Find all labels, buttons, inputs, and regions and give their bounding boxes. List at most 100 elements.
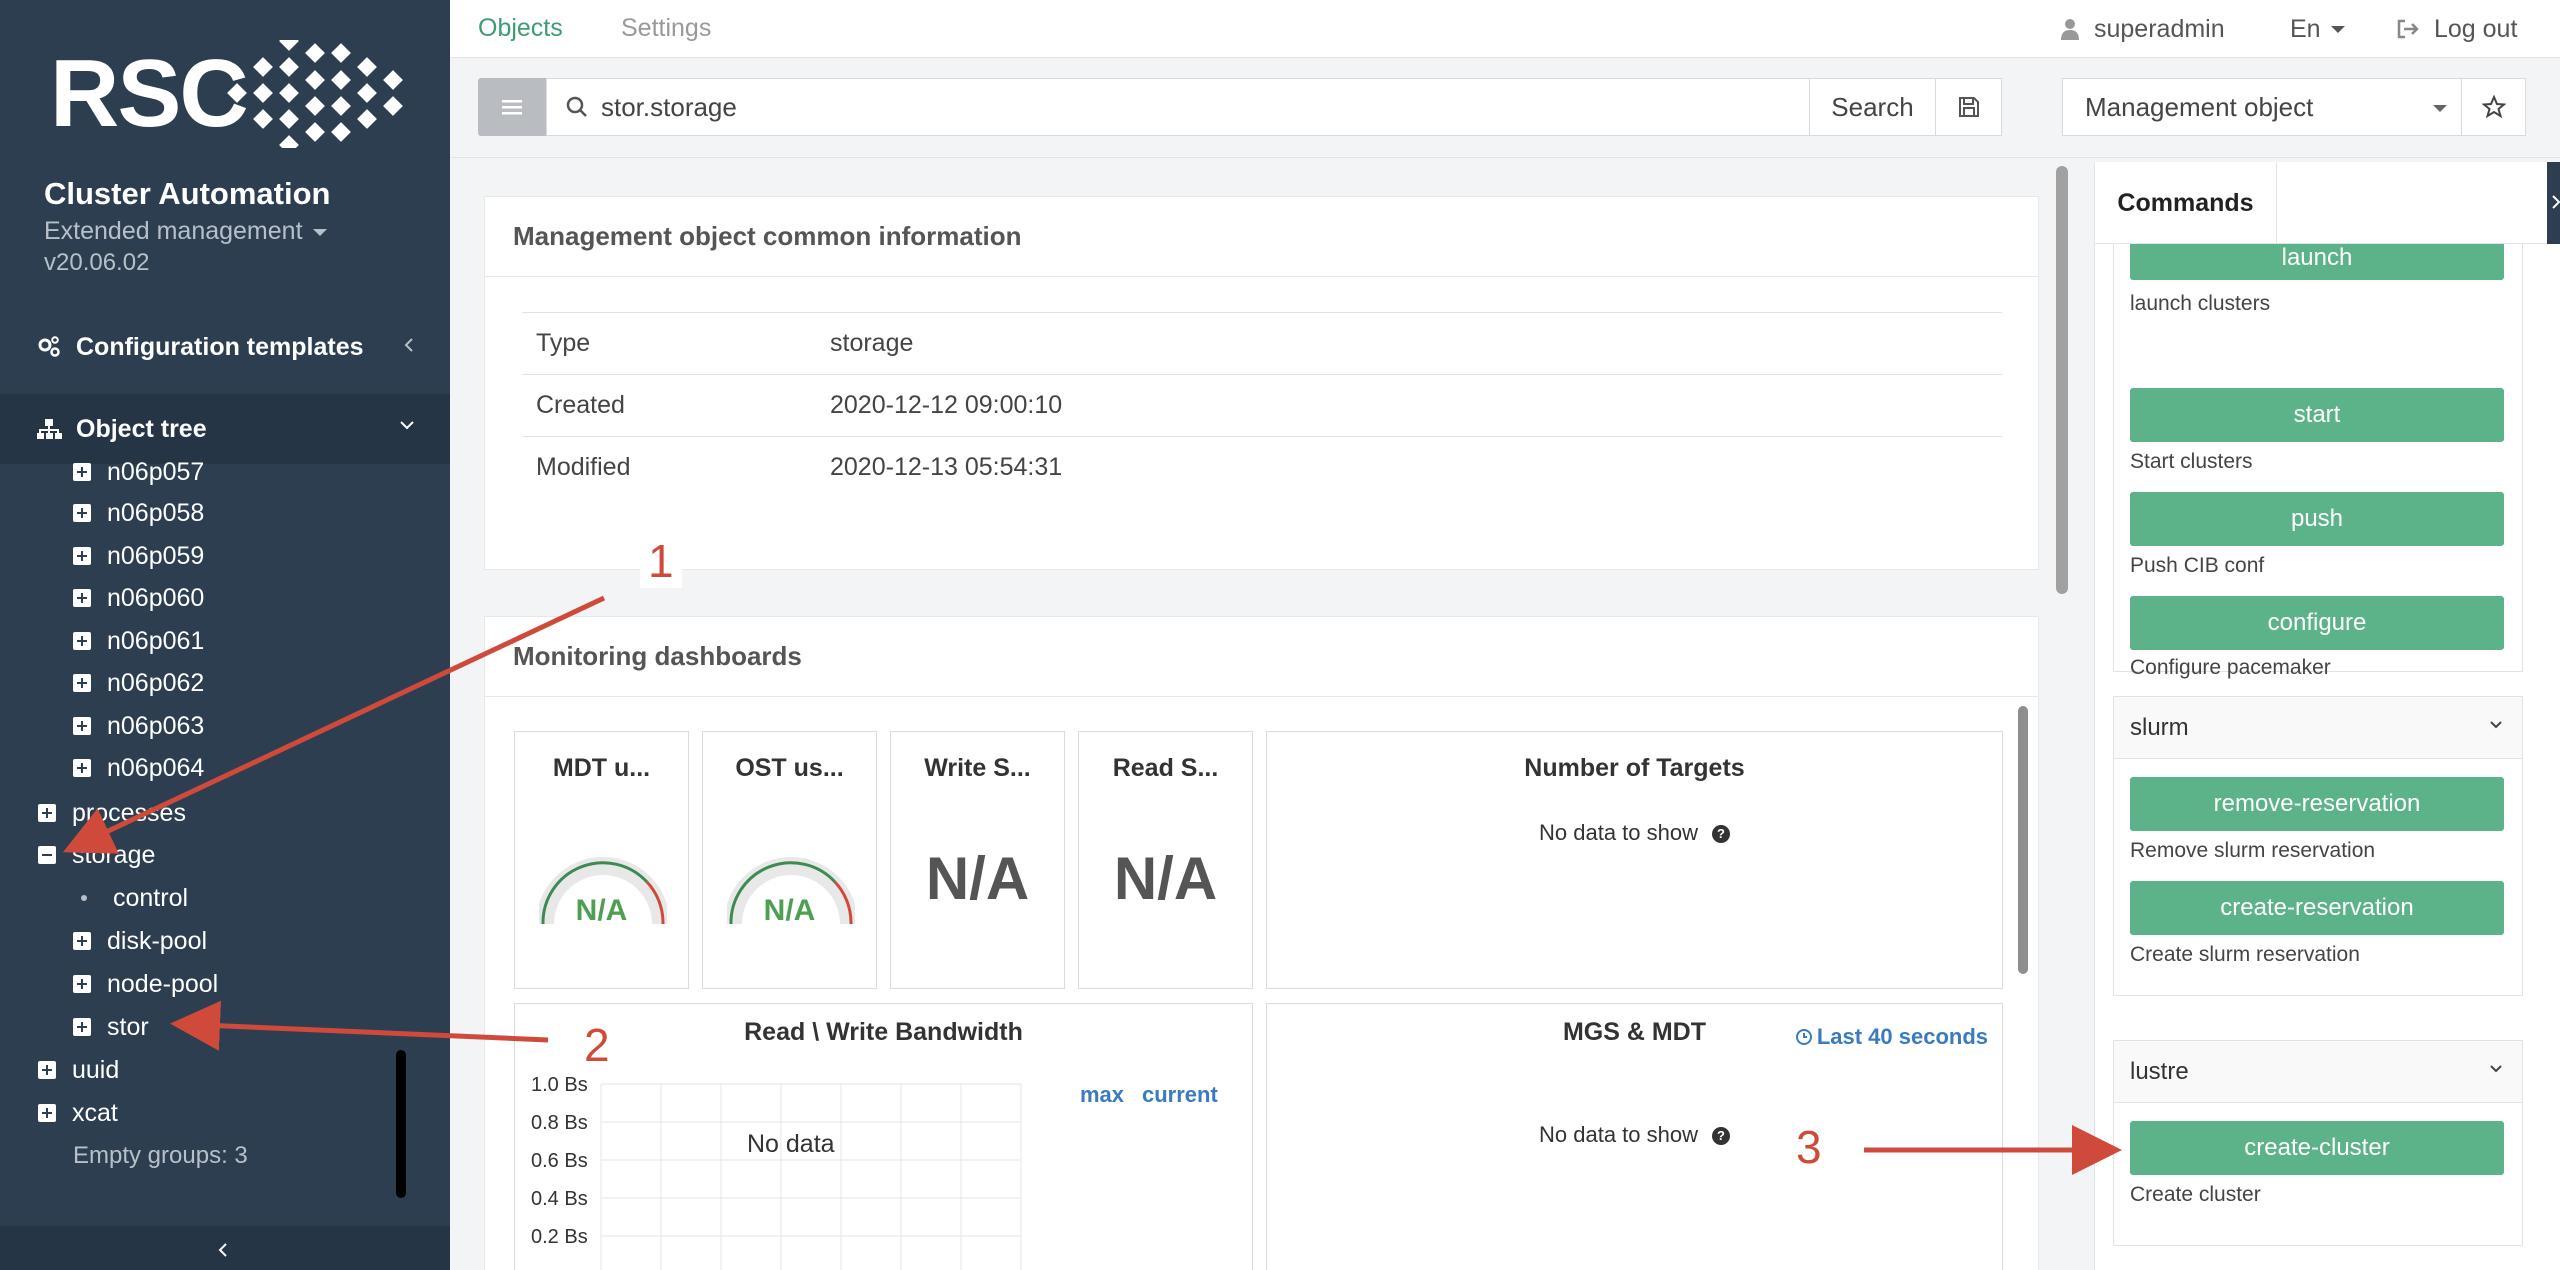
cmd-group-slurm: slurm remove-reservation Remove slurm re… xyxy=(2113,696,2523,996)
common-info-table: Typestorage Created2020-12-12 09:00:10 M… xyxy=(522,312,2002,499)
legend-max[interactable]: max xyxy=(1080,1082,1124,1108)
tree-item-processes[interactable]: processes xyxy=(38,793,186,833)
dash-title: Number of Targets xyxy=(1267,754,2002,783)
number-of-targets-panel[interactable]: Number of Targets No data to show? xyxy=(1266,731,2003,989)
save-search-button[interactable] xyxy=(1936,78,2002,136)
cmd-group-header[interactable]: slurm xyxy=(2114,697,2522,759)
read-speed-stat[interactable]: Read S... N/A xyxy=(1078,731,1253,989)
tab-settings[interactable]: Settings xyxy=(621,0,711,58)
cmd-group-title: lustre xyxy=(2130,1058,2189,1086)
floppy-disk-icon xyxy=(1958,96,1980,118)
tree-item-n06p058[interactable]: n06p058 xyxy=(73,493,204,533)
write-speed-stat[interactable]: Write S... N/A xyxy=(890,731,1065,989)
push-button[interactable]: push xyxy=(2130,492,2504,546)
expand-icon[interactable] xyxy=(73,547,91,565)
tree-item-label: n06p060 xyxy=(107,584,204,613)
app-mode-dropdown[interactable]: Extended management xyxy=(44,217,327,246)
sidebar-object-tree[interactable]: Object tree xyxy=(0,394,450,464)
language-label: En xyxy=(2290,15,2321,44)
create-cluster-button[interactable]: create-cluster xyxy=(2130,1121,2504,1175)
gauge-value: N/A xyxy=(515,894,688,928)
sidebar-collapse-button[interactable] xyxy=(0,1226,450,1270)
common-info-panel: Management object common information Typ… xyxy=(484,196,2039,570)
configure-button[interactable]: configure xyxy=(2130,596,2504,650)
tree-item-n06p057[interactable]: n06p057 xyxy=(73,462,204,492)
tree-item-uuid[interactable]: uuid xyxy=(38,1050,119,1090)
remove-reservation-button[interactable]: remove-reservation xyxy=(2130,777,2504,831)
expand-icon[interactable] xyxy=(73,504,91,522)
tree-item-n06p063[interactable]: n06p063 xyxy=(73,706,204,746)
star-icon xyxy=(2482,95,2506,119)
clock-icon xyxy=(1795,1028,1813,1046)
expand-icon[interactable] xyxy=(73,463,91,481)
sign-out-icon xyxy=(2396,18,2420,40)
expand-icon[interactable] xyxy=(73,932,91,950)
expand-icon[interactable] xyxy=(73,632,91,650)
tree-item-label: n06p064 xyxy=(107,754,204,783)
tree-item-xcat[interactable]: xcat xyxy=(38,1093,118,1133)
tree-item-storage[interactable]: storage xyxy=(38,835,155,875)
tree-item-disk-pool[interactable]: disk-pool xyxy=(73,921,207,961)
stat-value: N/A xyxy=(1079,844,1252,913)
ost-usage-gauge[interactable]: OST us... N/A xyxy=(702,731,877,989)
tree-item-n06p061[interactable]: n06p061 xyxy=(73,621,204,661)
tree-item-n06p060[interactable]: n06p060 xyxy=(73,578,204,618)
tree-item-control[interactable]: control xyxy=(75,878,188,918)
tree-item-n06p062[interactable]: n06p062 xyxy=(73,663,204,703)
object-type-select[interactable]: Management object xyxy=(2062,78,2462,136)
expand-icon[interactable] xyxy=(73,674,91,692)
monitoring-scrollbar[interactable] xyxy=(2018,706,2028,974)
chevron-down-icon xyxy=(2488,1063,2504,1075)
create-reservation-button[interactable]: create-reservation xyxy=(2130,881,2504,935)
sidebar-configuration-templates[interactable]: Configuration templates xyxy=(0,312,450,382)
search-input[interactable] xyxy=(601,92,1751,123)
legend-current[interactable]: current xyxy=(1142,1082,1218,1108)
mdt-usage-gauge[interactable]: MDT u... N/A xyxy=(514,731,689,989)
bandwidth-graph[interactable]: Read \ Write Bandwidth 1.0 Bs 0.8 Bs 0.6… xyxy=(514,1003,1253,1270)
expand-icon[interactable] xyxy=(73,759,91,777)
logout-link[interactable]: Log out xyxy=(2396,0,2517,58)
search-button[interactable]: Search xyxy=(1810,78,1936,136)
expand-icon[interactable] xyxy=(38,804,56,822)
expand-icon[interactable] xyxy=(38,1061,56,1079)
language-dropdown[interactable]: En xyxy=(2290,0,2345,58)
favorite-button[interactable] xyxy=(2462,78,2526,136)
chevron-left-icon[interactable] xyxy=(402,336,416,354)
tree-item-label: n06p061 xyxy=(107,627,204,656)
info-key: Type xyxy=(522,313,816,375)
mgs-mdt-panel[interactable]: MGS & MDT Last 40 seconds No data to sho… xyxy=(1266,1003,2003,1270)
tree-item-n06p064[interactable]: n06p064 xyxy=(73,748,204,788)
tab-commands[interactable]: Commands xyxy=(2095,162,2277,244)
rsc-logo: RSC xyxy=(50,40,420,150)
tab-objects[interactable]: Objects xyxy=(478,0,563,58)
tree-item-n06p059[interactable]: n06p059 xyxy=(73,536,204,576)
user-menu[interactable]: superadmin xyxy=(2060,0,2225,58)
time-range-link[interactable]: Last 40 seconds xyxy=(1795,1024,1988,1050)
expand-icon[interactable] xyxy=(73,589,91,607)
cmd-group-lustre: lustre create-cluster Create cluster xyxy=(2113,1040,2523,1246)
chevron-down-icon[interactable] xyxy=(398,418,416,432)
menu-toggle-button[interactable] xyxy=(478,78,546,136)
expand-icon[interactable] xyxy=(73,975,91,993)
sidebar: RSC xyxy=(0,0,450,1270)
expand-icon[interactable] xyxy=(73,1018,91,1036)
question-circle-icon[interactable]: ? xyxy=(1712,825,1730,843)
question-circle-icon[interactable]: ? xyxy=(1712,1127,1730,1145)
tree-item-label: n06p058 xyxy=(107,499,204,528)
content-scrollbar[interactable] xyxy=(2056,166,2068,594)
expand-icon[interactable] xyxy=(38,1104,56,1122)
cmd-description: Start clusters xyxy=(2130,450,2253,474)
cmd-group-title: slurm xyxy=(2130,714,2189,742)
start-button[interactable]: start xyxy=(2130,388,2504,442)
y-tick-label: 0.6 Bs xyxy=(531,1150,588,1173)
tree-scrollbar[interactable] xyxy=(396,1050,406,1198)
cmd-group-header[interactable]: lustre xyxy=(2114,1041,2522,1103)
tree-item-label: n06p063 xyxy=(107,712,204,741)
tree-item-stor[interactable]: stor xyxy=(73,1007,149,1047)
no-data-message: No data xyxy=(747,1130,835,1159)
search-field[interactable] xyxy=(546,78,1810,136)
collapse-icon[interactable] xyxy=(38,846,56,864)
tree-item-node-pool[interactable]: node-pool xyxy=(73,964,218,1004)
panel-collapse-handle[interactable] xyxy=(2547,162,2560,244)
expand-icon[interactable] xyxy=(73,717,91,735)
